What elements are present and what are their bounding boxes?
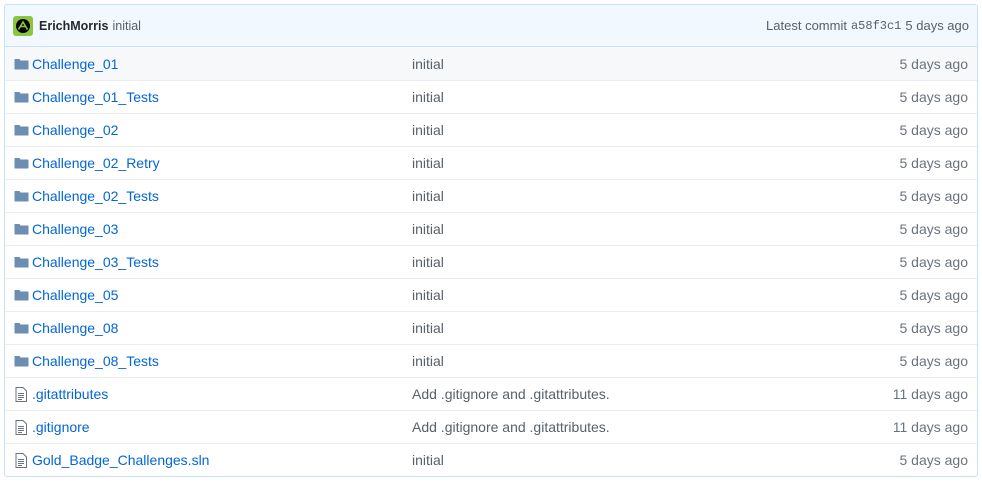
file-row: Challenge_05 initial 5 days ago [5, 278, 977, 311]
file-row: Challenge_08_Tests initial 5 days ago [5, 344, 977, 377]
file-link[interactable]: Gold_Badge_Challenges.sln [32, 452, 209, 468]
commit-age: 5 days ago [899, 452, 969, 468]
commit-age: 5 days ago [899, 221, 969, 237]
commit-message-link[interactable]: initial [408, 287, 848, 303]
commit-message-link[interactable]: initial [408, 122, 848, 138]
commit-message-link[interactable]: initial [408, 254, 848, 270]
commit-age: 5 days ago [899, 89, 969, 105]
commit-age: 5 days ago [899, 188, 969, 204]
latest-commit-bar: ErichMorris initial Latest commit a58f3c… [5, 5, 977, 47]
commit-message-link[interactable]: initial [408, 56, 848, 72]
file-row: Gold_Badge_Challenges.sln initial 5 days… [5, 443, 977, 476]
commit-age: 5 days ago [899, 320, 969, 336]
file-link[interactable]: Challenge_05 [32, 287, 118, 303]
file-link[interactable]: Challenge_02_Retry [32, 155, 160, 171]
file-row: Challenge_03_Tests initial 5 days ago [5, 245, 977, 278]
file-icon [12, 452, 30, 468]
commit-message-link[interactable]: initial [408, 89, 848, 105]
folder-icon [12, 91, 30, 103]
commit-message-link[interactable]: initial [408, 320, 848, 336]
commit-age: 5 days ago [899, 55, 969, 72]
commit-age: 5 days ago [899, 254, 969, 270]
commit-message-link[interactable]: initial [408, 188, 848, 204]
commit-message-link[interactable]: initial [408, 155, 848, 171]
folder-icon [12, 124, 30, 136]
file-row: Challenge_08 initial 5 days ago [5, 311, 977, 344]
file-row: Challenge_02_Retry initial 5 days ago [5, 146, 977, 179]
file-link[interactable]: .gitignore [32, 419, 90, 435]
commit-age: 5 days ago [899, 155, 969, 171]
commit-message-link[interactable]: initial [408, 221, 848, 237]
commit-message-link[interactable]: initial [408, 353, 848, 369]
file-link[interactable]: Challenge_01 [32, 56, 118, 72]
file-row: Challenge_01 initial 5 days ago [5, 47, 977, 80]
folder-icon [12, 223, 30, 235]
commit-age: 5 days ago [905, 18, 969, 33]
file-list: Challenge_01 initial 5 days ago Challeng… [5, 47, 977, 476]
file-row: Challenge_02_Tests initial 5 days ago [5, 179, 977, 212]
folder-icon [12, 58, 30, 70]
file-link[interactable]: Challenge_03_Tests [32, 254, 159, 270]
commit-age: 5 days ago [899, 353, 969, 369]
file-row: Challenge_01_Tests initial 5 days ago [5, 80, 977, 113]
avatar[interactable] [13, 15, 33, 36]
commit-meta: Latest commit a58f3c1 5 days ago [766, 18, 969, 33]
file-link[interactable]: Challenge_08_Tests [32, 353, 159, 369]
aphex-logo-icon [16, 18, 30, 33]
commit-age: 5 days ago [899, 122, 969, 138]
commit-age: 5 days ago [899, 287, 969, 303]
folder-icon [12, 289, 30, 301]
file-icon [12, 386, 30, 402]
file-row: .gitattributes Add .gitignore and .gitat… [5, 377, 977, 410]
file-table: ErichMorris initial Latest commit a58f3c… [4, 4, 978, 477]
file-icon [12, 419, 30, 435]
file-link[interactable]: Challenge_08 [32, 320, 118, 336]
file-link[interactable]: Challenge_03 [32, 221, 118, 237]
commit-message-link[interactable]: Add .gitignore and .gitattributes. [408, 386, 848, 402]
folder-icon [12, 256, 30, 268]
file-row: Challenge_02 initial 5 days ago [5, 113, 977, 146]
commit-sha[interactable]: a58f3c1 [851, 19, 901, 33]
commit-age: 11 days ago [892, 386, 968, 402]
folder-icon [12, 322, 30, 334]
commit-age: 11 days ago [892, 419, 968, 435]
folder-icon [12, 190, 30, 202]
file-row: .gitignore Add .gitignore and .gitattrib… [5, 410, 977, 443]
file-link[interactable]: Challenge_02_Tests [32, 188, 159, 204]
commit-message-link[interactable]: initial [408, 452, 848, 468]
commit-message[interactable]: initial [112, 19, 141, 33]
file-link[interactable]: Challenge_02 [32, 122, 118, 138]
commit-message-link[interactable]: Add .gitignore and .gitattributes. [408, 419, 848, 435]
folder-icon [12, 157, 30, 169]
folder-icon [12, 355, 30, 367]
latest-commit-label: Latest commit [766, 18, 847, 33]
commit-author[interactable]: ErichMorris [39, 19, 108, 33]
file-link[interactable]: Challenge_01_Tests [32, 89, 159, 105]
file-row: Challenge_03 initial 5 days ago [5, 212, 977, 245]
file-link[interactable]: .gitattributes [32, 386, 108, 402]
